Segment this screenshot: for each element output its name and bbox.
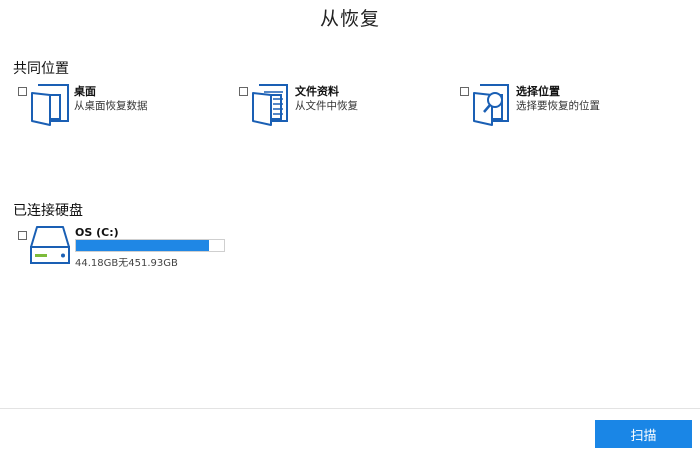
hard-drive-icon bbox=[30, 226, 70, 264]
drive-c-checkbox[interactable] bbox=[18, 231, 27, 240]
drive-c-usage-text: 44.18GB无451.93GB bbox=[75, 258, 178, 269]
documents-checkbox[interactable] bbox=[239, 87, 248, 96]
drive-c-usage-bar bbox=[75, 239, 225, 252]
window-title: 从恢复 bbox=[319, 8, 380, 30]
desktop-folder-icon bbox=[31, 84, 69, 126]
documents-icon bbox=[252, 84, 288, 126]
drive-c-name: OS (C:) bbox=[75, 226, 119, 239]
desktop-title: 桌面 bbox=[74, 85, 96, 98]
drive-c-usage-fill bbox=[76, 240, 210, 251]
choose-location-title: 选择位置 bbox=[516, 85, 560, 98]
desktop-description: 从桌面恢复数据 bbox=[74, 100, 148, 112]
desktop-checkbox[interactable] bbox=[18, 87, 27, 96]
documents-description: 从文件中恢复 bbox=[295, 100, 358, 112]
documents-title: 文件资料 bbox=[295, 85, 339, 98]
choose-location-icon bbox=[473, 84, 509, 126]
choose-location-checkbox[interactable] bbox=[460, 87, 469, 96]
choose-location-description: 选择要恢复的位置 bbox=[516, 100, 600, 112]
scan-button[interactable]: 扫描 bbox=[595, 420, 692, 448]
connected-drives-heading: 已连接硬盘 bbox=[13, 203, 83, 219]
footer-divider bbox=[0, 408, 700, 409]
common-locations-heading: 共同位置 bbox=[13, 61, 69, 77]
